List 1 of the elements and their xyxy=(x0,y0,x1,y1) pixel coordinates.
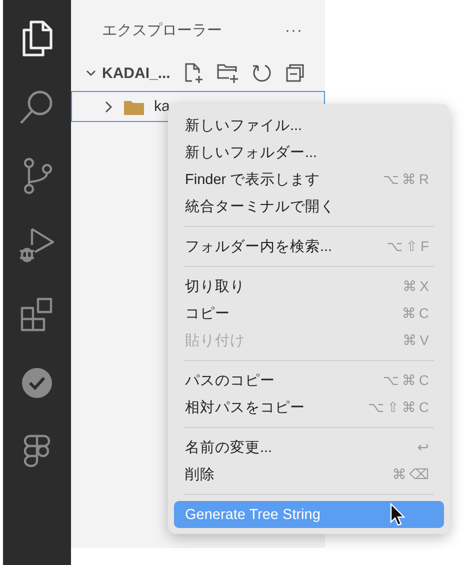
sidebar-title: エクスプローラー xyxy=(102,20,222,40)
